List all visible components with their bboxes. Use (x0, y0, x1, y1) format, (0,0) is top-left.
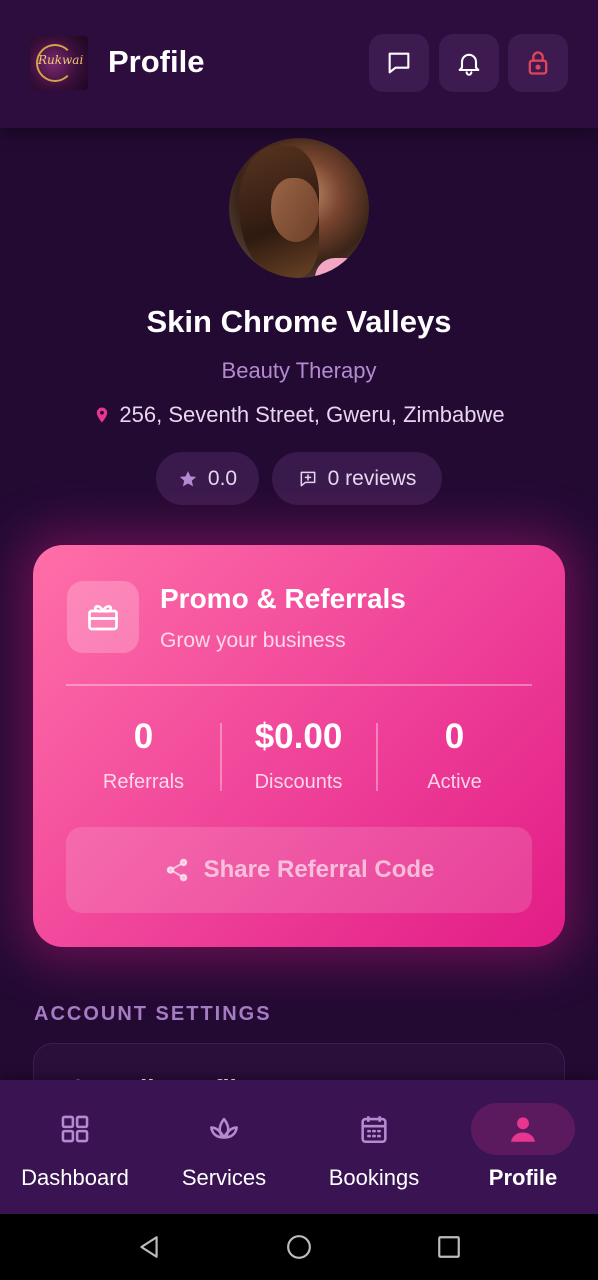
nav-label: Dashboard (21, 1165, 129, 1190)
promo-subtitle: Grow your business (160, 629, 346, 652)
home-icon[interactable] (286, 1234, 312, 1260)
stat-label: Referrals (102, 771, 185, 793)
business-address: 256, Seventh Street, Gweru, Zimbabwe (0, 402, 598, 428)
review-icon (300, 471, 316, 486)
notifications-button[interactable] (439, 34, 499, 92)
promo-referrals-card: Promo & Referrals Grow your business 0 R… (33, 545, 565, 947)
person-icon (510, 1117, 536, 1142)
location-pin-icon (97, 407, 108, 423)
nav-label: Bookings (328, 1165, 420, 1190)
messages-button[interactable] (369, 34, 429, 92)
promo-icon-box (67, 581, 139, 653)
nav-item-profile[interactable]: Profile (448, 1080, 598, 1214)
brand-logo: Rukwai (30, 36, 88, 90)
rating-value: 0.0 (207, 466, 238, 490)
nav-item-dashboard[interactable]: Dashboard (0, 1080, 150, 1214)
stat-discounts: $0.00 Discounts (221, 717, 376, 794)
address-text: 256, Seventh Street, Gweru, Zimbabwe (119, 402, 505, 427)
share-icon (166, 858, 187, 882)
page-title: Profile (108, 44, 205, 79)
section-title-account-settings: ACCOUNT SETTINGS (34, 1003, 272, 1025)
bottom-navigation: Dashboard Services Bookings Profile (0, 1080, 598, 1214)
lotus-icon (209, 1117, 239, 1139)
profile-avatar[interactable] (229, 138, 369, 278)
logout-button[interactable] (508, 34, 568, 92)
stat-label: Active (427, 771, 482, 793)
stat-referrals: 0 Referrals (66, 717, 221, 794)
app-header: Rukwai Profile (0, 0, 598, 128)
business-name: Skin Chrome Valleys (146, 304, 452, 339)
calendar-icon (361, 1116, 387, 1144)
stat-value: 0 (444, 717, 465, 756)
divider (66, 684, 532, 686)
system-navigation-bar (0, 1214, 598, 1280)
grid-icon (61, 1115, 89, 1143)
stat-label: Discounts (254, 771, 343, 793)
business-category: Beauty Therapy (221, 358, 377, 383)
share-label: Share Referral Code (203, 856, 435, 883)
nav-label: Services (181, 1165, 267, 1190)
star-icon (179, 470, 197, 486)
stat-value: $0.00 (254, 717, 343, 756)
chat-icon (388, 52, 410, 74)
share-referral-code-button[interactable]: Share Referral Code (66, 827, 532, 913)
lock-icon (528, 51, 548, 75)
stat-active: 0 Active (377, 717, 532, 794)
rating-chip[interactable]: 0.0 (156, 452, 259, 505)
recents-icon[interactable] (436, 1234, 462, 1260)
reviews-count: 0 reviews (327, 466, 417, 490)
nav-label: Profile (488, 1165, 558, 1190)
promo-title: Promo & Referrals (160, 583, 406, 614)
gift-card-icon (88, 604, 118, 631)
nav-item-services[interactable]: Services (149, 1080, 299, 1214)
stat-value: 0 (133, 717, 154, 756)
back-icon[interactable] (136, 1234, 162, 1260)
bell-icon (458, 53, 480, 76)
reviews-chip[interactable]: 0 reviews (272, 452, 442, 505)
nav-item-bookings[interactable]: Bookings (299, 1080, 449, 1214)
